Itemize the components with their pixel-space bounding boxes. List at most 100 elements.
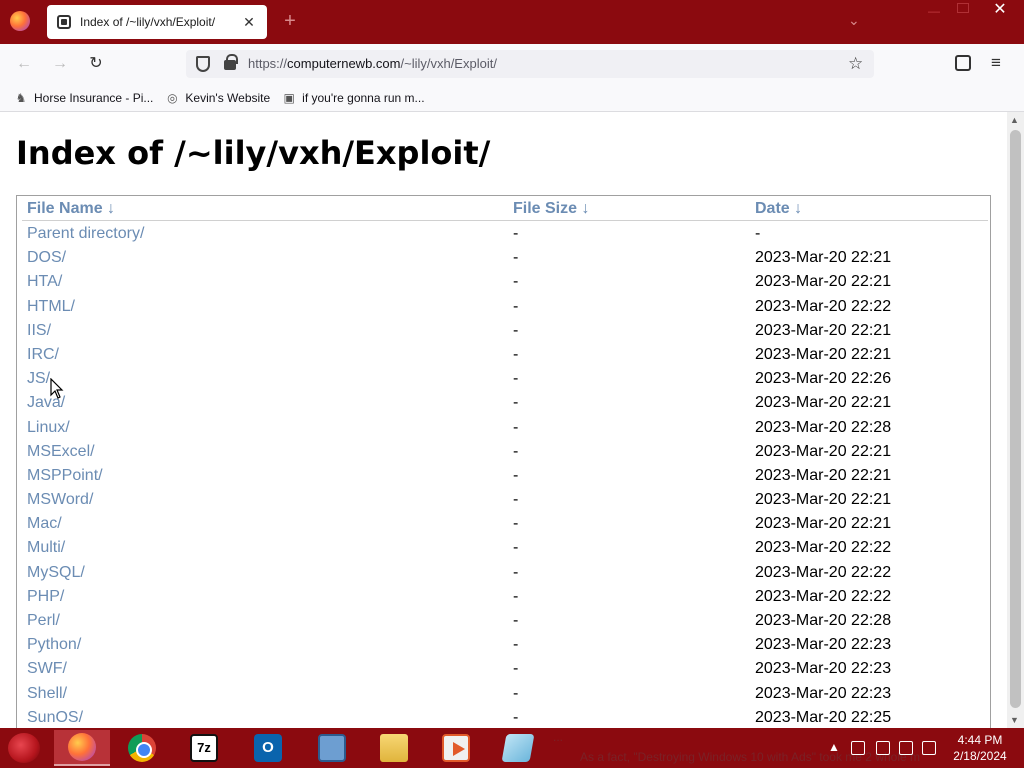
taskbar-monitor-button[interactable] <box>304 730 360 766</box>
window-minimize-button[interactable]: — <box>928 4 944 18</box>
navigation-toolbar: ← → ↻ https://computernewb.com/~lily/vxh… <box>0 44 1024 84</box>
taskbar-notepad-button[interactable] <box>490 730 546 766</box>
volume-muted-icon[interactable] <box>922 741 936 755</box>
date-cell: 2023-Mar-20 22:23 <box>755 660 892 678</box>
directory-link[interactable]: DOS/ <box>27 249 66 267</box>
system-clock[interactable]: 4:44 PM 2/18/2024 <box>948 732 1012 764</box>
directory-link[interactable]: MSPPoint/ <box>27 467 103 485</box>
sort-by-date-link[interactable]: Date ↓ <box>755 200 802 218</box>
taskbar-7zip-button[interactable]: 7z <box>176 730 232 766</box>
directory-link[interactable]: IIS/ <box>27 322 51 340</box>
new-tab-button[interactable]: + <box>280 10 300 33</box>
url-bar[interactable]: https://computernewb.com/~lily/vxh/Explo… <box>186 50 874 78</box>
reload-icon[interactable]: ↻ <box>86 54 106 74</box>
directory-link[interactable]: IRC/ <box>27 346 59 364</box>
scrollbar-thumb[interactable] <box>1010 130 1021 708</box>
date-cell: 2023-Mar-20 22:22 <box>755 563 892 581</box>
window-close-button[interactable]: ✕ <box>988 0 1012 22</box>
taskbar-media-button[interactable] <box>428 730 484 766</box>
firefox-icon <box>68 733 96 761</box>
table-row: MySQL/ - 2023-Mar-20 22:22 <box>17 561 990 585</box>
directory-link[interactable]: HTA/ <box>27 273 62 291</box>
page-title: Index of /~lily/vxh/Exploit/ <box>16 134 491 172</box>
table-row: Java/-2023-Mar-20 22:21 <box>17 391 990 415</box>
file-size-cell: - <box>513 273 519 291</box>
table-row: HTML/ - 2023-Mar-20 22:22 <box>17 295 990 319</box>
directory-link[interactable]: SunOS/ <box>27 709 83 727</box>
bookmark-item[interactable]: ♞ Horse Insurance - Pi... <box>14 91 154 105</box>
outlook-icon: O <box>254 734 282 762</box>
7zip-icon: 7z <box>190 734 218 762</box>
table-row: Python/ - 2023-Mar-20 22:23 <box>17 633 990 657</box>
file-size-cell: - <box>513 684 519 702</box>
directory-link[interactable]: MSWord/ <box>27 491 93 509</box>
back-arrow-icon[interactable]: ← <box>14 54 34 74</box>
taskbar-firefox-button[interactable] <box>54 730 110 766</box>
extensions-puzzle-icon[interactable] <box>955 55 971 71</box>
date-cell: 2023-Mar-20 22:21 <box>755 394 892 412</box>
start-button[interactable] <box>8 733 40 763</box>
display-icon[interactable] <box>899 741 913 755</box>
url-text[interactable]: https://computernewb.com/~lily/vxh/Explo… <box>248 56 497 71</box>
directory-link[interactable]: PHP/ <box>27 588 64 606</box>
globe-icon: ◎ <box>167 90 178 105</box>
firefox-view-icon[interactable] <box>10 11 30 31</box>
taskbar-chrome-button[interactable] <box>114 730 170 766</box>
directory-link[interactable]: JS/ <box>27 370 50 388</box>
bookmark-star-icon[interactable]: ☆ <box>848 54 863 74</box>
directory-link[interactable]: Multi/ <box>27 539 65 557</box>
table-row: IIS/ - 2023-Mar-20 22:21 <box>17 319 990 343</box>
table-row: DOS/ - 2023-Mar-20 22:21 <box>17 246 990 270</box>
bookmark-item[interactable]: ◎ Kevin's Website <box>165 91 270 105</box>
hamburger-menu-icon[interactable]: ≡ <box>991 53 1001 73</box>
directory-listing-table: File Name ↓ File Size ↓ Date ↓ Parent di… <box>16 195 991 728</box>
list-all-tabs-icon[interactable]: ⌄ <box>848 12 860 29</box>
table-row: MSPPoint/ - 2023-Mar-20 22:21 <box>17 464 990 488</box>
tab-strip: Index of /~lily/vxh/Exploit/ ✕ + ⌄ — ✕ <box>0 0 1024 44</box>
directory-link[interactable]: Linux/ <box>27 419 70 437</box>
sort-by-name-link[interactable]: File Name ↓ <box>27 200 115 218</box>
tab-close-icon[interactable]: ✕ <box>241 14 257 31</box>
directory-link[interactable]: Perl/ <box>27 612 60 630</box>
file-size-cell: - <box>513 563 519 581</box>
scroll-down-arrow-icon[interactable]: ▼ <box>1010 715 1019 725</box>
bookmark-label: if you're gonna run m... <box>302 90 425 105</box>
directory-link[interactable]: Shell/ <box>27 685 67 703</box>
taskbar-explorer-button[interactable] <box>366 730 422 766</box>
forward-arrow-icon[interactable]: → <box>50 54 70 74</box>
directory-link[interactable]: MySQL/ <box>27 564 85 582</box>
flag-icon[interactable] <box>876 741 890 755</box>
url-host: computernewb.com <box>287 56 401 71</box>
directory-link[interactable]: MSExcel/ <box>27 443 95 461</box>
page-content: Index of /~lily/vxh/Exploit/ File Name ↓… <box>0 112 1024 728</box>
url-path: /~lily/vxh/Exploit/ <box>400 56 497 71</box>
network-icon[interactable] <box>851 741 865 755</box>
sort-by-size-link[interactable]: File Size ↓ <box>513 200 589 218</box>
directory-link[interactable]: Python/ <box>27 636 81 654</box>
app-icon: ▣ <box>283 90 295 105</box>
table-header: File Name ↓ File Size ↓ Date ↓ <box>17 196 990 222</box>
bookmark-item[interactable]: ▣ if you're gonna run m... <box>282 90 425 105</box>
date-cell: - <box>755 225 761 242</box>
lock-icon[interactable] <box>224 54 238 70</box>
bookmarks-toolbar: ♞ Horse Insurance - Pi... ◎ Kevin's Webs… <box>0 84 1024 112</box>
directory-link[interactable]: Mac/ <box>27 515 62 533</box>
scroll-up-arrow-icon[interactable]: ▲ <box>1010 115 1019 125</box>
tray-overflow-icon[interactable]: ▲ <box>828 740 840 754</box>
directory-link[interactable]: HTML/ <box>27 298 75 316</box>
taskbar-outlook-button[interactable]: O <box>240 730 296 766</box>
tracking-protection-shield-icon[interactable] <box>196 56 210 72</box>
file-size-cell: - <box>513 660 519 678</box>
date-cell: 2023-Mar-20 22:21 <box>755 249 892 267</box>
file-size-cell: - <box>513 539 519 557</box>
directory-link[interactable]: SWF/ <box>27 660 67 678</box>
date-cell: 2023-Mar-20 22:26 <box>755 370 892 388</box>
tab-active[interactable]: Index of /~lily/vxh/Exploit/ ✕ <box>47 5 267 39</box>
table-row: SunOS/ - 2023-Mar-20 22:25 <box>17 706 990 728</box>
file-size-cell: - <box>513 297 519 315</box>
page-scrollbar[interactable]: ▲ ▼ <box>1007 112 1024 728</box>
clock-date: 2/18/2024 <box>953 749 1007 763</box>
window-maximize-button[interactable] <box>957 3 969 13</box>
file-size-cell: - <box>513 708 519 726</box>
parent-directory-link[interactable]: Parent directory/ <box>27 225 144 243</box>
